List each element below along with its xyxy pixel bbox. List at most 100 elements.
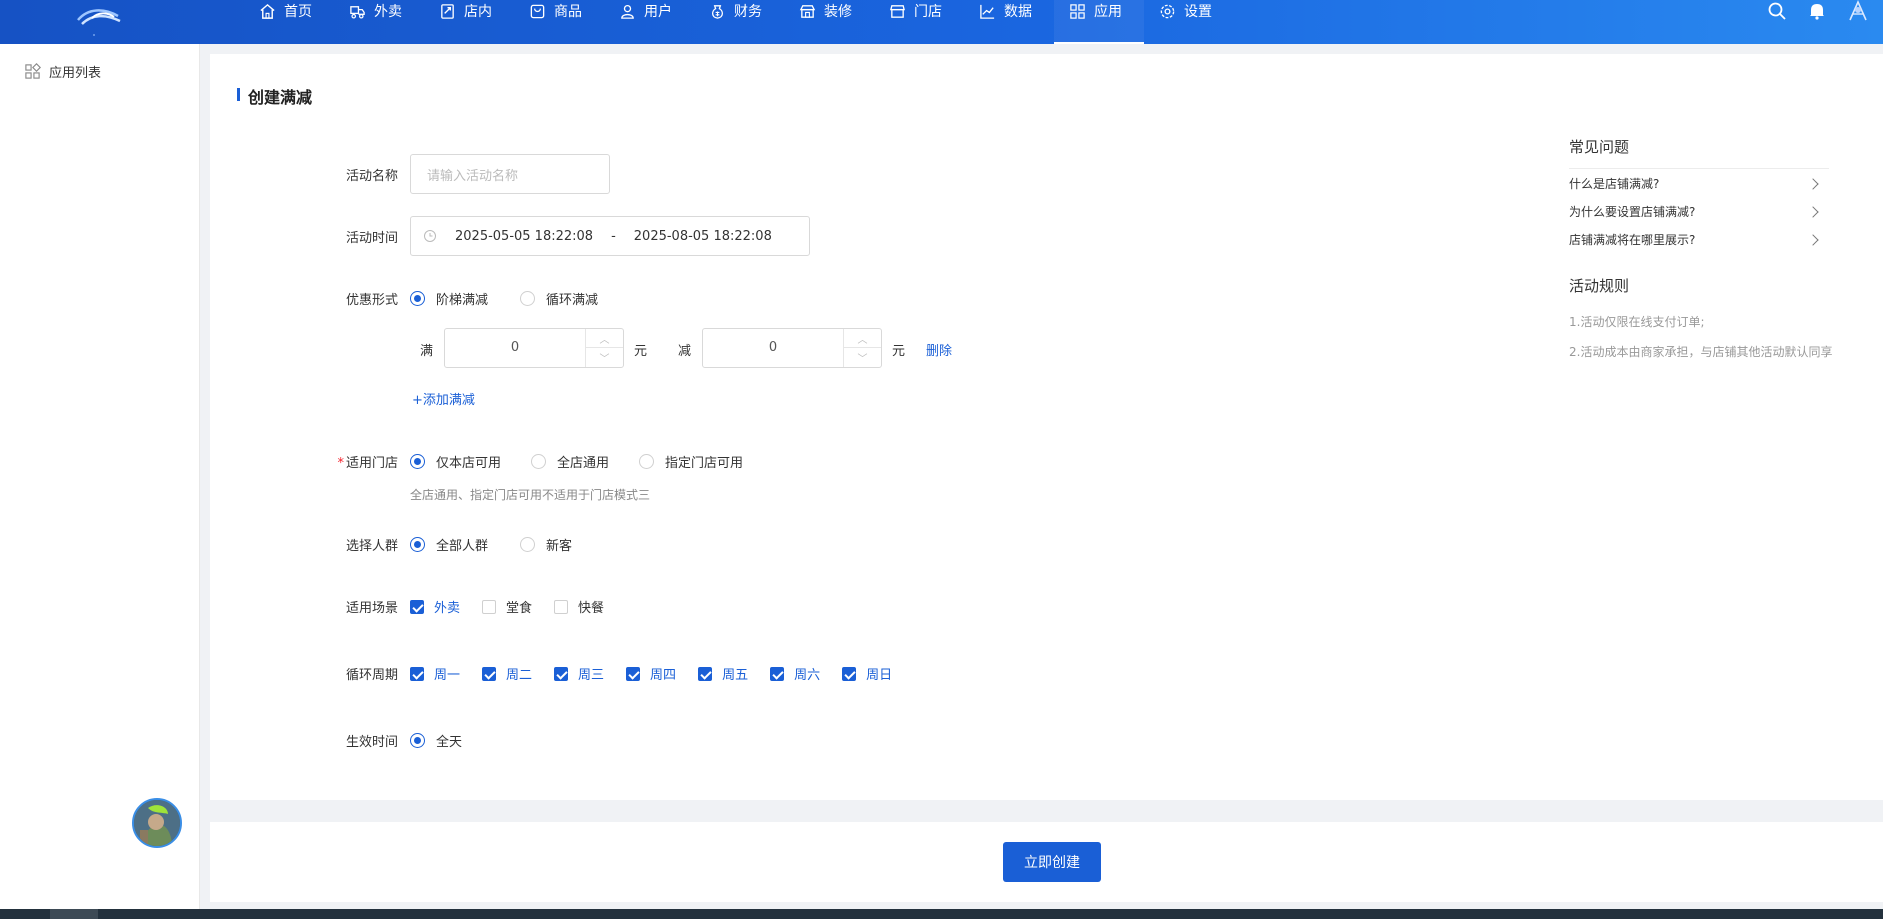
checkbox-wednesday[interactable]: 周三 <box>554 664 604 683</box>
checkbox-box <box>482 599 497 614</box>
radio-dot <box>639 454 655 469</box>
radio-cyclic-discount[interactable]: 循环满减 <box>520 289 598 308</box>
nav-item-home[interactable]: 首页 <box>244 0 334 44</box>
nav-item-user[interactable]: 用户 <box>604 0 694 44</box>
checkbox-fast-food[interactable]: 快餐 <box>554 597 604 616</box>
nav-item-label: 设置 <box>1184 4 1212 20</box>
stepper-down-icon[interactable]: ﹀ <box>586 348 623 367</box>
checkbox-dine-in[interactable]: 堂食 <box>482 597 532 616</box>
delivery-icon <box>350 5 365 19</box>
nav-item-label: 商品 <box>554 4 582 20</box>
nav-item-product[interactable]: 商品 <box>514 0 604 44</box>
activity-time-range-picker[interactable]: 2025-05-05 18:22:08 - 2025-08-05 18:22:0… <box>410 216 810 256</box>
checkbox-tuesday[interactable]: 周二 <box>482 664 532 683</box>
checkbox-box <box>554 599 569 614</box>
rule-item: 1.活动仅限在线支付订单; <box>1569 315 1705 329</box>
checkbox-box <box>770 666 785 681</box>
sidebar-item-app-list[interactable]: 应用列表 <box>24 62 101 81</box>
checkbox-label: 周一 <box>434 668 461 683</box>
nav-item-data[interactable]: 数据 <box>964 0 1054 44</box>
checkbox-box <box>410 599 424 614</box>
effective-time-radio-group: 全天 <box>410 731 492 750</box>
radio-dot <box>520 537 536 552</box>
radio-tiered-discount[interactable]: 阶梯满减 <box>410 289 488 308</box>
radio-label: 仅本店可用 <box>436 456 502 471</box>
checkbox-friday[interactable]: 周五 <box>698 664 748 683</box>
radio-all-audience[interactable]: 全部人群 <box>410 535 488 554</box>
time-range-separator: - <box>611 228 616 244</box>
radio-label: 新客 <box>546 539 573 554</box>
radio-label: 循环满减 <box>546 293 599 308</box>
nav-item-apps[interactable]: 应用 <box>1054 0 1144 44</box>
radio-dot <box>410 537 425 552</box>
radio-specified-stores[interactable]: 指定门店可用 <box>639 452 743 471</box>
nav-item-label: 用户 <box>644 4 672 20</box>
checkbox-label: 堂食 <box>506 601 533 616</box>
nav-item-delivery[interactable]: 外卖 <box>334 0 424 44</box>
minus-amount-value: 0 <box>768 340 778 355</box>
create-now-button[interactable]: 立即创建 <box>1003 842 1101 882</box>
radio-dot <box>531 454 547 469</box>
minus-amount-stepper[interactable]: 0 ︿ ﹀ <box>702 328 882 368</box>
nav-item-settings[interactable]: 设置 <box>1144 0 1234 44</box>
chevron-right-icon <box>1807 205 1819 218</box>
faq-item[interactable]: 什么是店铺满减? <box>1569 175 1821 192</box>
faq-item[interactable]: 店铺满减将在哪里展示? <box>1569 231 1821 248</box>
checkbox-saturday[interactable]: 周六 <box>770 664 820 683</box>
user-avatar-icon[interactable] <box>1845 0 1871 24</box>
nav-item-label: 门店 <box>914 4 942 20</box>
checkbox-label: 外卖 <box>434 601 461 616</box>
checkbox-sunday[interactable]: 周日 <box>842 664 892 683</box>
activity-name-input[interactable]: 请输入活动名称 <box>410 154 610 194</box>
delete-tier-link[interactable]: 删除 <box>926 340 952 359</box>
bell-icon[interactable] <box>1807 1 1827 21</box>
search-icon[interactable] <box>1767 1 1787 21</box>
checkbox-box <box>626 666 641 681</box>
main-nav: 首页 外卖 店内 商品 用户 财务 装修 门店 数据 应用 设置 <box>244 0 1234 44</box>
faq-item[interactable]: 为什么要设置店铺满减? <box>1569 203 1821 220</box>
stepper-down-icon[interactable]: ﹀ <box>844 348 881 367</box>
checkbox-monday[interactable]: 周一 <box>410 664 460 683</box>
floating-avatar[interactable] <box>132 798 182 848</box>
full-amount-unit: 元 <box>634 344 648 359</box>
taskbar-tab <box>50 909 98 919</box>
apps-icon <box>1070 3 1085 19</box>
radio-dot <box>520 291 536 306</box>
radio-dot <box>410 291 425 306</box>
nav-item-store[interactable]: 门店 <box>874 0 964 44</box>
radio-all-day[interactable]: 全天 <box>410 731 462 750</box>
add-tier-link[interactable]: +添加满减 <box>412 389 475 408</box>
clock-icon <box>424 230 436 242</box>
taskbar-strip <box>0 909 1883 919</box>
nav-item-label: 财务 <box>734 4 762 20</box>
radio-dot <box>410 733 425 748</box>
stepper-up-icon[interactable]: ︿ <box>586 329 623 348</box>
nav-item-label: 首页 <box>284 4 312 20</box>
checkbox-label: 周六 <box>794 668 821 683</box>
checkbox-label: 周二 <box>506 668 533 683</box>
avatar-image-icon <box>134 800 180 846</box>
minus-amount-unit: 元 <box>892 344 906 359</box>
stepper-up-icon[interactable]: ︿ <box>844 329 881 348</box>
start-time-value: 2025-05-05 18:22:08 <box>455 228 594 244</box>
radio-this-store-only[interactable]: 仅本店可用 <box>410 452 501 471</box>
faq-title: 常见问题 <box>1569 138 1630 156</box>
chevron-right-icon <box>1807 233 1819 246</box>
store-scope-label-text: 适用门店 <box>345 456 398 471</box>
nav-item-finance[interactable]: 财务 <box>694 0 784 44</box>
nav-item-label: 店内 <box>464 4 492 20</box>
nav-item-dine-in[interactable]: 店内 <box>424 0 514 44</box>
full-amount-value: 0 <box>510 340 520 355</box>
radio-all-stores[interactable]: 全店通用 <box>531 452 609 471</box>
full-amount-label: 满 <box>420 344 434 359</box>
radio-dot <box>410 454 425 469</box>
checkbox-thursday[interactable]: 周四 <box>626 664 676 683</box>
full-amount-stepper[interactable]: 0 ︿ ﹀ <box>444 328 624 368</box>
radio-new-customer[interactable]: 新客 <box>520 535 572 554</box>
checkbox-label: 周四 <box>650 668 677 683</box>
store-scope-label: * 适用门店 <box>288 452 398 471</box>
cycle-checkbox-group: 周一 周二 周三 周四 周五 周六 周日 <box>410 664 914 683</box>
nav-item-label: 应用 <box>1094 4 1122 20</box>
checkbox-delivery[interactable]: 外卖 <box>410 597 460 616</box>
nav-item-decoration[interactable]: 装修 <box>784 0 874 44</box>
